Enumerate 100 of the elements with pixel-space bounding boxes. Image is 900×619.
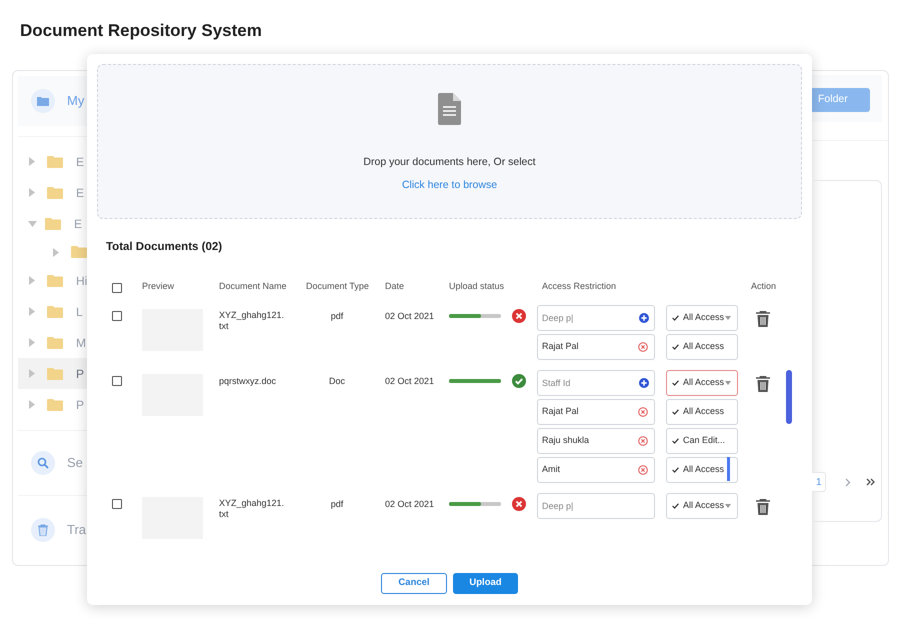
tree-item[interactable]: P xyxy=(18,358,87,389)
caret-right-icon[interactable] xyxy=(29,188,35,197)
search-label: Se xyxy=(67,454,83,472)
user-field[interactable]: Deep p| xyxy=(537,493,655,519)
user-name: Rajat Pal xyxy=(542,405,580,418)
drop-instructions: Drop your documents here, Or select xyxy=(363,155,536,170)
progress-bar xyxy=(449,379,501,383)
document-type: pdf xyxy=(330,311,344,321)
tree-item[interactable]: E xyxy=(18,146,87,177)
check-icon xyxy=(672,315,679,321)
page-button[interactable]: 1 xyxy=(812,472,826,492)
upload-date: 02 Oct 2021 xyxy=(385,311,434,321)
caret-down-icon[interactable] xyxy=(725,504,731,508)
column-header: Upload status xyxy=(449,281,504,292)
check-icon xyxy=(672,380,679,386)
scrollbar[interactable] xyxy=(727,457,730,481)
folder-label: M xyxy=(76,334,86,352)
user-field[interactable]: Staff Id xyxy=(537,370,655,396)
folder-label: E xyxy=(74,216,82,232)
cancel-button[interactable]: Cancel xyxy=(381,573,447,594)
caret-right-icon[interactable] xyxy=(29,157,35,166)
tree-item[interactable]: P xyxy=(18,389,87,420)
tree-item[interactable]: E xyxy=(18,177,87,208)
upload-date: 02 Oct 2021 xyxy=(385,376,434,386)
drop-zone[interactable]: Drop your documents here, Or select Click here to browse xyxy=(97,64,802,219)
check-icon xyxy=(672,503,679,509)
scrollbar[interactable] xyxy=(786,370,792,424)
permission-select[interactable]: All Access xyxy=(666,305,738,331)
remove-icon[interactable] xyxy=(638,465,648,475)
column-header: Preview xyxy=(142,281,174,292)
total-documents: Total Documents (02) xyxy=(106,240,222,255)
user-name: Rajat Pal xyxy=(542,340,580,354)
checkbox[interactable] xyxy=(112,376,122,386)
checkbox[interactable] xyxy=(112,311,122,321)
tree-item[interactable]: E xyxy=(18,208,87,239)
column-header: Document Type xyxy=(306,281,369,292)
permission-select[interactable]: Can Edit... xyxy=(666,428,738,454)
folder-label: P xyxy=(76,396,84,414)
caret-right-icon[interactable] xyxy=(29,400,35,409)
page-title: Document Repository System xyxy=(20,21,262,41)
sidebar-title[interactable]: My xyxy=(67,91,84,111)
browse-link[interactable]: Click here to browse xyxy=(402,178,498,194)
upload-button[interactable]: Upload xyxy=(453,573,518,594)
folder-icon xyxy=(47,306,63,318)
checkbox[interactable] xyxy=(112,499,122,509)
remove-icon[interactable] xyxy=(638,407,648,417)
folder-icon xyxy=(71,246,87,258)
trash-icon[interactable] xyxy=(756,499,770,515)
document-type: Doc xyxy=(328,376,345,386)
user-name: Amit xyxy=(542,463,561,476)
caret-right-icon[interactable] xyxy=(29,338,35,347)
document-name: pqrstwxyz.doc xyxy=(219,376,278,387)
add-icon[interactable] xyxy=(639,313,649,323)
caret-right-icon[interactable] xyxy=(29,276,35,285)
document-name: XYZ_ghahg121.txt xyxy=(219,310,286,332)
folder-label: L xyxy=(76,304,83,320)
progress-bar xyxy=(449,502,501,506)
folder-icon xyxy=(47,186,63,198)
add-icon[interactable] xyxy=(639,378,649,388)
user-field[interactable]: Deep p| xyxy=(537,305,655,331)
folder-icon xyxy=(47,156,63,168)
check-icon xyxy=(672,438,679,444)
remove-icon[interactable] xyxy=(638,342,648,352)
permission-select[interactable]: All Access xyxy=(666,493,738,519)
chevron-right-icon[interactable] xyxy=(845,478,851,486)
folder-label: E xyxy=(76,184,84,202)
folder-icon xyxy=(47,368,63,380)
permission-select[interactable]: All Access xyxy=(666,399,738,425)
column-header: Document Name xyxy=(219,281,287,292)
tree-item[interactable]: L xyxy=(18,296,87,327)
caret-down-icon[interactable] xyxy=(725,316,731,320)
caret-right-icon[interactable] xyxy=(29,369,35,378)
permission-select[interactable]: All Access xyxy=(666,457,738,483)
caret-down-icon[interactable] xyxy=(28,220,37,226)
trash-label[interactable]: Tra xyxy=(67,520,86,540)
document-name: XYZ_ghahg121.txt xyxy=(219,498,286,520)
folder-icon xyxy=(31,89,55,113)
column-header: Date xyxy=(385,281,404,292)
document-type: pdf xyxy=(330,499,344,509)
document-icon xyxy=(438,93,461,125)
caret-down-icon[interactable] xyxy=(725,381,731,385)
checkbox[interactable] xyxy=(112,282,122,292)
remove-icon[interactable] xyxy=(638,436,648,446)
trash-icon[interactable] xyxy=(756,376,770,392)
folder-label: Hi xyxy=(76,272,87,290)
check-icon xyxy=(672,409,679,415)
permission-select[interactable]: All Access xyxy=(666,370,738,396)
new-folder-button[interactable]: Folder xyxy=(812,88,870,112)
caret-right-icon[interactable] xyxy=(29,307,35,316)
trash-icon[interactable] xyxy=(756,311,770,327)
tree-item[interactable]: M xyxy=(18,327,87,358)
check-icon xyxy=(672,344,679,350)
search-icon[interactable] xyxy=(31,451,55,475)
caret-right-icon[interactable] xyxy=(53,248,59,256)
progress-bar xyxy=(449,314,501,318)
permission-select[interactable]: All Access xyxy=(666,334,738,360)
folder-label: P xyxy=(76,366,84,382)
double-chevron-right-icon[interactable] xyxy=(866,478,875,486)
tree-item[interactable]: Hi xyxy=(18,265,87,296)
column-header: Access Restriction xyxy=(542,281,616,292)
